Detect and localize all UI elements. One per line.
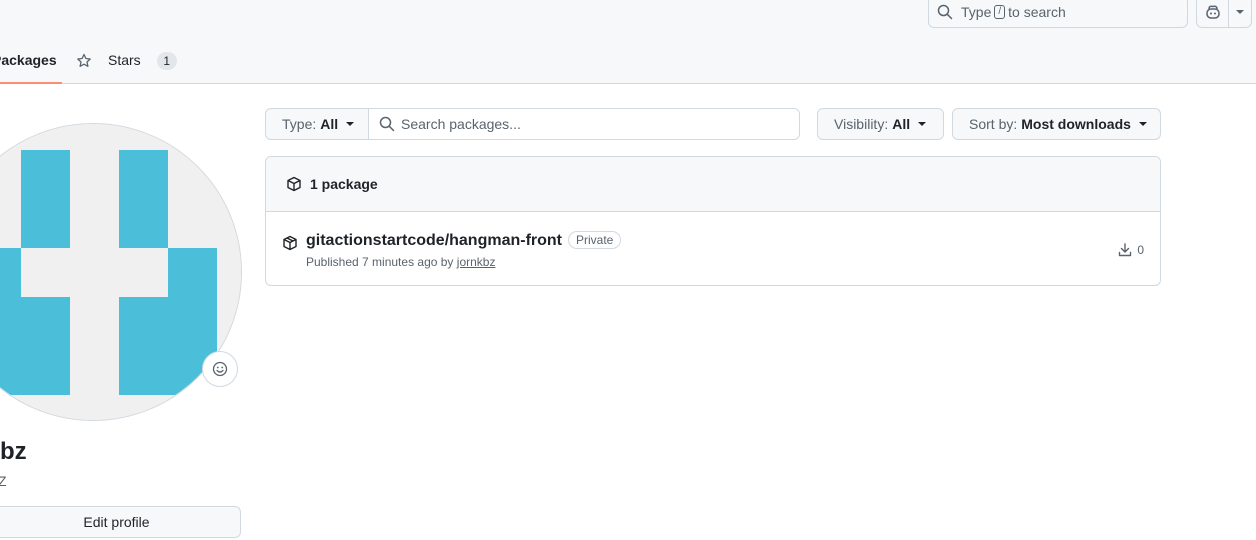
- profile-fullname: Z: [0, 473, 7, 489]
- tab-packages[interactable]: Packages: [0, 44, 62, 84]
- edit-profile-button[interactable]: Edit profile: [0, 506, 241, 538]
- published-text: Published 7 minutes ago by: [306, 255, 454, 269]
- search-suffix: to search: [1008, 4, 1066, 20]
- copilot-button[interactable]: [1196, 0, 1252, 28]
- package-search-input[interactable]: Search packages...: [368, 108, 800, 140]
- search-icon: [379, 116, 395, 132]
- package-icon: [287, 176, 301, 192]
- packages-count: 1 package: [310, 176, 378, 192]
- copilot-icon: [1205, 5, 1220, 19]
- package-search-placeholder: Search packages...: [401, 116, 521, 132]
- tab-packages-label: Packages: [0, 52, 57, 68]
- visibility-badge: Private: [568, 231, 622, 249]
- profile-username: bz: [0, 438, 27, 465]
- star-icon: [77, 53, 91, 67]
- download-count-value: 0: [1137, 243, 1144, 257]
- set-status-button[interactable]: [202, 351, 238, 387]
- package-name-link[interactable]: gitactionstartcode/hangman-front: [306, 232, 562, 250]
- search-icon: [937, 4, 953, 20]
- caret-down-icon: [918, 122, 927, 126]
- visibility-filter-button[interactable]: Visibility: All: [817, 108, 944, 140]
- global-search[interactable]: Type / to search: [928, 0, 1188, 28]
- package-icon: [283, 235, 297, 251]
- search-prefix: Type: [961, 4, 992, 20]
- caret-down-icon: [346, 122, 355, 126]
- tab-stars[interactable]: Stars 1: [76, 44, 177, 84]
- chevron-down-icon: [1236, 10, 1244, 14]
- type-filter-value: All: [320, 116, 339, 132]
- type-filter-label: Type:: [282, 116, 317, 132]
- package-meta: Published 7 minutes ago by jornkbz: [306, 255, 495, 269]
- type-filter-button[interactable]: Type: All: [265, 108, 369, 140]
- download-icon: [1119, 243, 1132, 257]
- stars-counter: 1: [156, 52, 177, 70]
- sort-button[interactable]: Sort by: Most downloads: [952, 108, 1161, 140]
- sort-value: Most downloads: [1021, 116, 1131, 132]
- search-shortcut-key: /: [994, 5, 1006, 19]
- copilot-icon-wrap[interactable]: [1197, 0, 1229, 27]
- sort-label: Sort by:: [969, 116, 1018, 132]
- download-count: 0: [1117, 242, 1144, 258]
- smiley-icon: [212, 361, 228, 377]
- top-header: Type / to search Packages Stars 1: [0, 0, 1256, 84]
- caret-down-icon: [1138, 122, 1147, 126]
- packages-list-header: 1 package: [266, 157, 1160, 212]
- visibility-filter-value: All: [892, 116, 911, 132]
- tab-stars-label: Stars: [108, 52, 141, 68]
- author-link[interactable]: jornkbz: [457, 255, 496, 269]
- visibility-filter-label: Visibility:: [834, 116, 889, 132]
- list-item: gitactionstartcode/hangman-front Private…: [266, 212, 1160, 285]
- copilot-dropdown[interactable]: [1229, 10, 1251, 14]
- packages-list: 1 package gitactionstartcode/hangman-fro…: [265, 156, 1161, 286]
